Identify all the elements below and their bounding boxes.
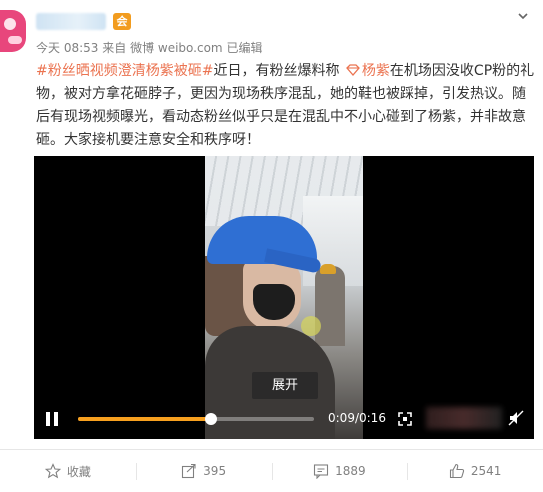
username[interactable] — [36, 13, 106, 30]
like-button[interactable]: 2541 — [407, 450, 543, 492]
mute-icon[interactable] — [508, 410, 524, 426]
repost-count: 395 — [203, 464, 227, 478]
video-controls: 0:09/0:16 — [34, 399, 534, 439]
repost-button[interactable]: 395 — [135, 450, 272, 492]
post-text: #粉丝晒视频澄清杨紫被砸#近日，有粉丝爆料称 杨紫在机场因没收CP粉的礼物，被对… — [36, 60, 536, 152]
post-time[interactable]: 今天 08:53 — [36, 41, 98, 55]
expand-button[interactable]: 展开 — [252, 372, 318, 399]
fullscreen-icon[interactable] — [398, 412, 412, 426]
current-time: 0:09 — [328, 411, 355, 425]
comment-button[interactable]: 1889 — [271, 450, 408, 492]
repost-icon — [182, 463, 196, 479]
blurred-watermark — [426, 407, 502, 429]
action-bar: 收藏 395 1889 2541 — [0, 449, 543, 492]
super-topic-icon — [346, 64, 360, 76]
source-prefix: 来自 — [102, 41, 127, 55]
time-display: 0:09/0:16 — [328, 411, 386, 425]
topic-link[interactable]: #粉丝晒视频澄清杨紫被砸# — [36, 63, 213, 79]
star-icon — [44, 463, 61, 479]
favorite-label: 收藏 — [66, 464, 91, 479]
progress-track[interactable] — [78, 413, 314, 425]
post-meta: 今天 08:53 来自 微博 weibo.com 已编辑 — [36, 39, 262, 56]
video-player[interactable]: 展开 0:09/0:16 — [34, 156, 534, 439]
avatar[interactable] — [0, 10, 26, 52]
post-text-part1: 近日，有粉丝爆料称 — [213, 63, 340, 79]
post-source[interactable]: 微博 weibo.com — [130, 41, 223, 55]
edited-label: 已编辑 — [226, 41, 263, 55]
duration: 0:16 — [359, 411, 386, 425]
favorite-button[interactable]: 收藏 — [0, 450, 136, 492]
like-count: 2541 — [470, 464, 502, 478]
comment-icon — [314, 464, 329, 479]
chevron-down-icon[interactable] — [517, 10, 529, 22]
thumbs-up-icon — [449, 463, 464, 479]
seek-handle[interactable] — [204, 413, 217, 425]
mention-link[interactable]: 杨紫 — [362, 63, 390, 79]
comment-count: 1889 — [335, 464, 366, 478]
progress-played — [78, 417, 211, 421]
pause-icon[interactable] — [46, 412, 58, 426]
vip-badge-icon: 会 — [113, 13, 131, 30]
